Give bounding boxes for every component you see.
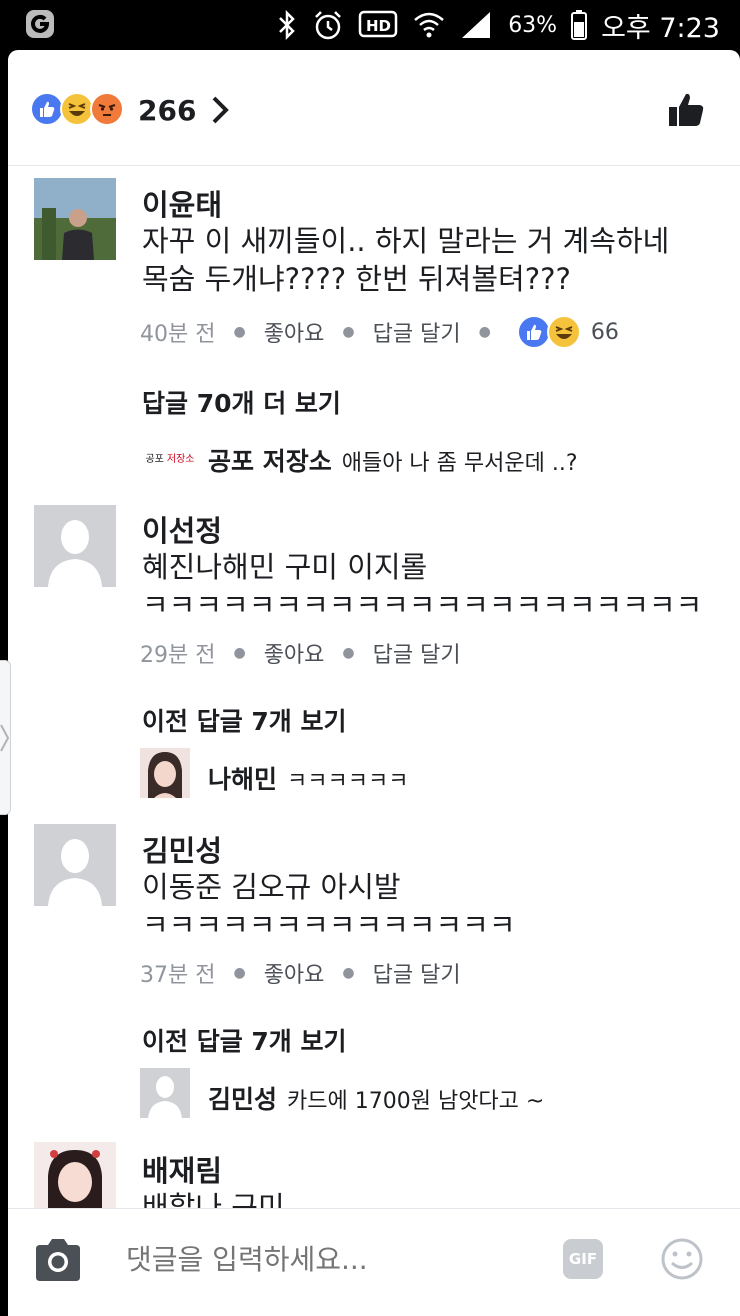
reply-text: 카드에 1700원 남앗다고 ~ [287, 1089, 545, 1114]
comment-text: 이동준 김오규 아시발 ㅋㅋㅋㅋㅋㅋㅋㅋㅋㅋㅋㅋㅋㅋ [142, 868, 516, 944]
signal-icon [462, 12, 491, 38]
comment-author[interactable]: 이선정 [142, 508, 222, 550]
reply-author[interactable]: 공포 저장소 [208, 442, 332, 478]
comment-meta: 40분 전 ● 좋아요 ● 답글 달기 ● 66 [140, 312, 619, 352]
divider [8, 165, 740, 166]
chevron-right-icon [0, 724, 10, 752]
reply-author[interactable]: 김민성 [208, 1080, 277, 1116]
avatar[interactable] [140, 748, 190, 798]
comment-author[interactable]: 이윤태 [142, 182, 222, 224]
bluetooth-icon [279, 10, 295, 40]
like-comment-button[interactable]: 좋아요 [264, 316, 325, 348]
chevron-right-icon [212, 96, 229, 124]
comment-time: 29분 전 [140, 643, 216, 668]
hd-icon: HD [358, 10, 398, 38]
app-g-icon [26, 10, 54, 38]
battery-icon [571, 10, 588, 40]
reply-button[interactable]: 답글 달기 [373, 957, 461, 989]
reaction-count: 66 [590, 319, 619, 345]
reply-text: ㅋㅋㅋㅋㅋㅋ [287, 769, 409, 794]
avatar[interactable] [34, 824, 116, 906]
reply-preview[interactable]: 나해민 ㅋㅋㅋㅋㅋㅋ [208, 760, 408, 796]
view-previous-replies[interactable]: 이전 답글 7개 보기 [142, 1022, 347, 1058]
comment-line: 자꾸 이 새끼들이.. 하지 말라는 거 계속하네 [142, 224, 670, 258]
thumbs-up-icon[interactable] [666, 90, 706, 130]
reply-button[interactable]: 답글 달기 [373, 316, 461, 348]
reply-preview[interactable]: 공포 저장소 애들아 나 좀 무서운데 ..? [208, 442, 578, 478]
reaction-icons [30, 92, 124, 126]
comment-text: 자꾸 이 새끼들이.. 하지 말라는 거 계속하네 목숨 두개냐???? 한번 … [142, 222, 669, 298]
reply-button[interactable]: 답글 달기 [373, 637, 461, 669]
comment-text: 혜진나해민 구미 이지롤 ㅋㅋㅋㅋㅋㅋㅋㅋㅋㅋㅋㅋㅋㅋㅋㅋㅋㅋㅋㅋㅋ [142, 548, 702, 624]
comment-line: ㅋㅋㅋㅋㅋㅋㅋㅋㅋㅋㅋㅋㅋㅋ [142, 908, 516, 942]
comment-time: 37분 전 [140, 963, 216, 988]
comment-author[interactable]: 김민성 [142, 828, 222, 870]
sticker-smile-icon[interactable] [660, 1237, 704, 1281]
comment-text: 배할나 구미 [142, 1188, 285, 1208]
comment-line: 혜진나해민 구미 이지롤 [142, 550, 428, 584]
comment-reactions[interactable]: 66 [516, 315, 619, 349]
logo-text: 저장소 [166, 453, 195, 465]
avatar[interactable] [34, 505, 116, 587]
view-previous-replies[interactable]: 이전 답글 7개 보기 [142, 702, 347, 738]
avatar[interactable] [140, 1068, 190, 1118]
status-bar: HD 63% 오후 7:23 [0, 0, 740, 50]
comment-input[interactable] [126, 1243, 526, 1276]
reply-author[interactable]: 나해민 [208, 760, 277, 796]
avatar[interactable] [34, 178, 116, 260]
clock: 오후 7:23 [601, 12, 720, 44]
logo-text: 공포 [145, 453, 164, 465]
comment-composer: GIF [8, 1208, 740, 1316]
reactions-bar[interactable]: 266 [8, 50, 740, 165]
comments-panel: 266 이윤태 자꾸 이 새끼들이.. 하지 말라는 거 계속하네 목숨 두개냐… [8, 50, 740, 1316]
haha-reaction-icon [546, 315, 581, 349]
alarm-icon [315, 11, 342, 40]
comment-author[interactable]: 배재림 [142, 1148, 222, 1190]
comment-time: 40분 전 [140, 322, 216, 347]
reaction-count: 266 [138, 94, 197, 127]
comment-meta: 37분 전 ● 좋아요 ● 답글 달기 [140, 956, 461, 990]
like-comment-button[interactable]: 좋아요 [264, 637, 325, 669]
battery-percent: 63% [508, 12, 558, 38]
comment-line: 이동준 김오규 아시발 [142, 870, 401, 904]
camera-icon[interactable] [32, 1237, 84, 1283]
view-more-replies[interactable]: 답글 70개 더 보기 [142, 384, 341, 420]
like-reaction-icon [516, 315, 551, 349]
comment-line: 배할나 구미 [142, 1190, 285, 1208]
comment-line: ㅋㅋㅋㅋㅋㅋㅋㅋㅋㅋㅋㅋㅋㅋㅋㅋㅋㅋㅋㅋㅋ [142, 588, 703, 622]
comment-line: 목숨 두개냐???? 한번 뒤져볼텨??? [142, 262, 571, 296]
comment-meta: 29분 전 ● 좋아요 ● 답글 달기 [140, 636, 461, 670]
reply-preview[interactable]: 김민성 카드에 1700원 남앗다고 ~ [208, 1080, 544, 1116]
wifi-icon [414, 12, 445, 38]
page-logo[interactable]: 공포 저장소 [142, 442, 198, 472]
side-panel-handle[interactable] [0, 660, 11, 815]
angry-reaction-icon [90, 92, 124, 126]
like-reaction-icon [30, 92, 64, 126]
reply-text: 애들아 나 좀 무서운데 ..? [341, 451, 578, 476]
haha-reaction-icon [60, 92, 94, 126]
svg-text:HD: HD [366, 17, 391, 35]
like-comment-button[interactable]: 좋아요 [264, 957, 325, 989]
gif-button[interactable]: GIF [563, 1239, 603, 1279]
